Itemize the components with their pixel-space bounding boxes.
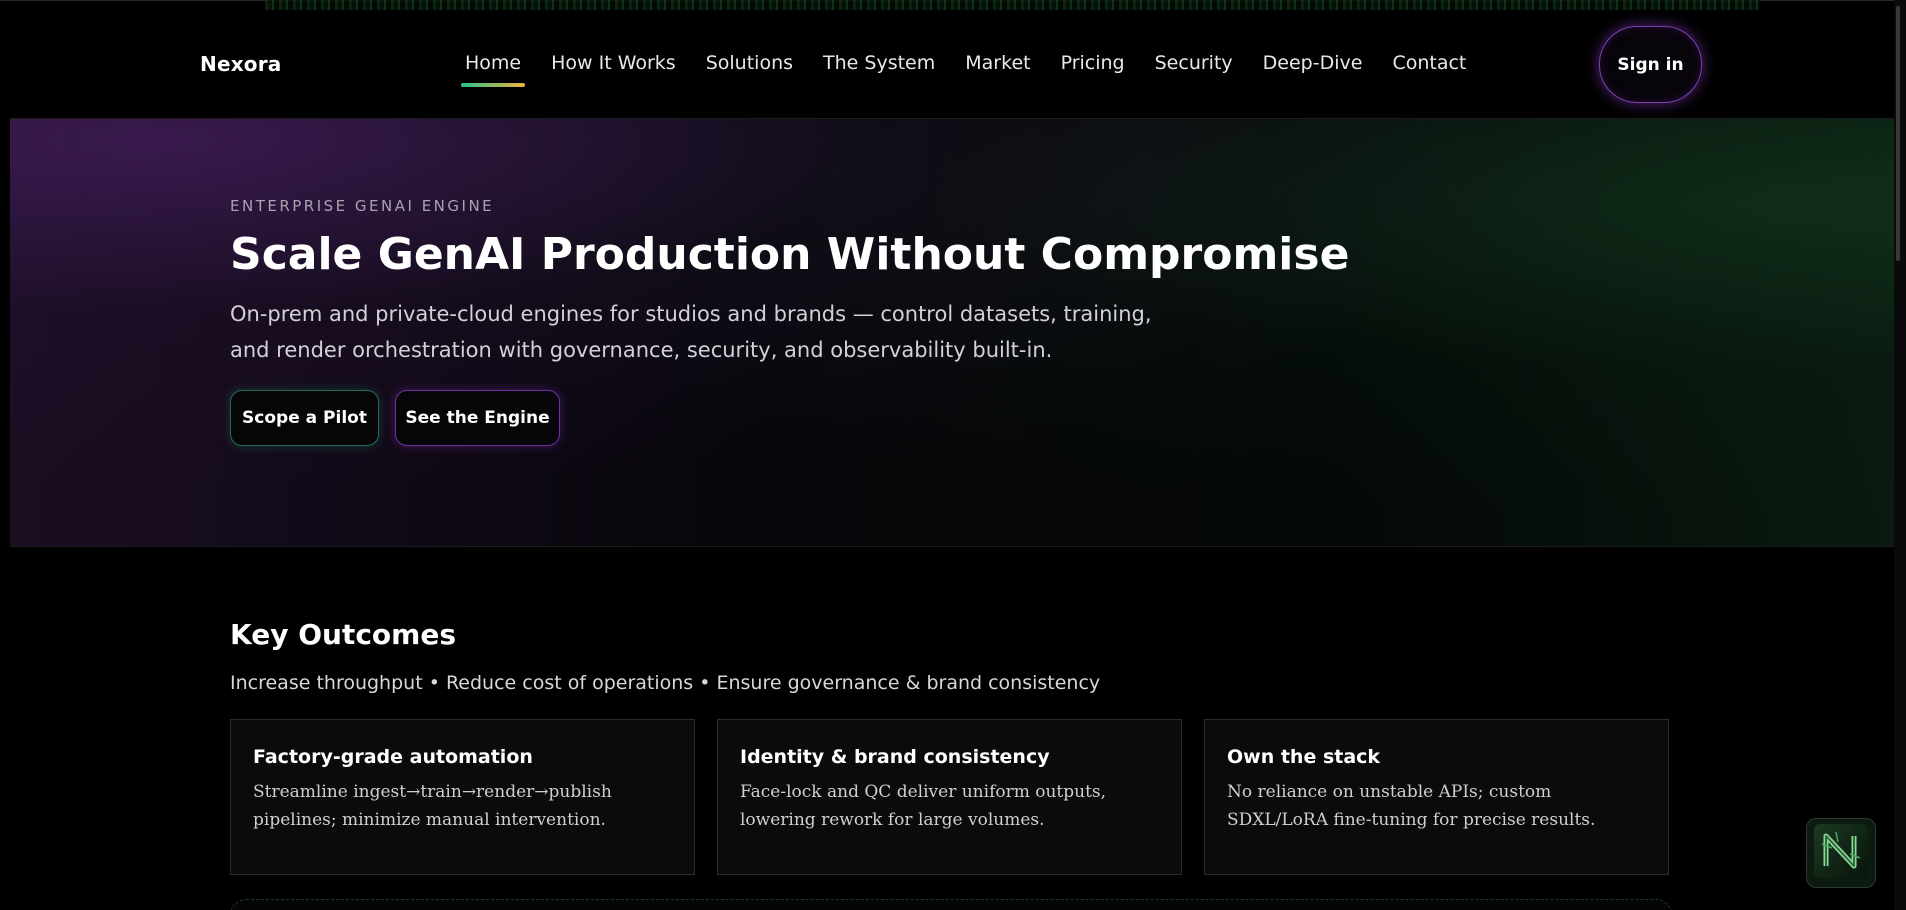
nav-item-the-system[interactable]: The System — [808, 52, 950, 74]
hero-subtitle: On-prem and private-cloud engines for st… — [230, 302, 1152, 362]
site-header: Nexora Home How It Works Solutions The S… — [0, 0, 1906, 118]
outcomes-title: Key Outcomes — [230, 618, 456, 651]
main-nav: Home How It Works Solutions The System M… — [450, 52, 1481, 87]
card-body: No reliance on unstable APIs; custom SDX… — [1227, 782, 1596, 830]
hero-section: ENTERPRISE GENAI ENGINE Scale GenAI Prod… — [10, 118, 1906, 547]
nav-item-market[interactable]: Market — [950, 52, 1045, 74]
floating-assistant-button[interactable] — [1806, 818, 1876, 888]
card-body: Face-lock and QC deliver uniform outputs… — [740, 782, 1107, 830]
page-scrollbar[interactable] — [1894, 0, 1906, 910]
nexora-logo-icon — [1814, 824, 1868, 882]
nav-item-security[interactable]: Security — [1140, 52, 1248, 74]
card-title: Factory-grade automation — [253, 746, 533, 768]
nav-item-home[interactable]: Home — [450, 52, 536, 87]
nav-item-how-it-works[interactable]: How It Works — [536, 52, 691, 74]
outcome-cards: Factory-grade automation Streamline inge… — [230, 719, 1670, 877]
nav-item-deep-dive[interactable]: Deep-Dive — [1248, 52, 1378, 74]
brand-logo[interactable]: Nexora — [200, 52, 282, 76]
card-title: Identity & brand consistency — [740, 746, 1050, 768]
card-title: Own the stack — [1227, 746, 1381, 768]
page: Nexora Home How It Works Solutions The S… — [0, 0, 1906, 910]
nav-item-contact[interactable]: Contact — [1377, 52, 1481, 74]
hero-eyebrow: ENTERPRISE GENAI ENGINE — [230, 197, 495, 215]
outcome-card: Own the stack No reliance on unstable AP… — [1204, 719, 1669, 875]
card-body: Streamline ingest→train→render→publish p… — [253, 782, 612, 830]
outcome-card: Factory-grade automation Streamline inge… — [230, 719, 695, 875]
scope-pilot-button[interactable]: Scope a Pilot — [230, 390, 379, 446]
outcomes-subtitle: Increase throughput • Reduce cost of ope… — [230, 672, 1101, 694]
scrollbar-thumb[interactable] — [1896, 6, 1900, 261]
nav-item-solutions[interactable]: Solutions — [691, 52, 808, 74]
nav-item-pricing[interactable]: Pricing — [1046, 52, 1140, 74]
sign-in-button[interactable]: Sign in — [1599, 26, 1702, 103]
hero-title: Scale GenAI Production Without Compromis… — [230, 229, 1350, 280]
next-section-panel — [230, 899, 1672, 910]
outcome-card: Identity & brand consistency Face-lock a… — [717, 719, 1182, 875]
see-engine-button[interactable]: See the Engine — [395, 390, 560, 446]
